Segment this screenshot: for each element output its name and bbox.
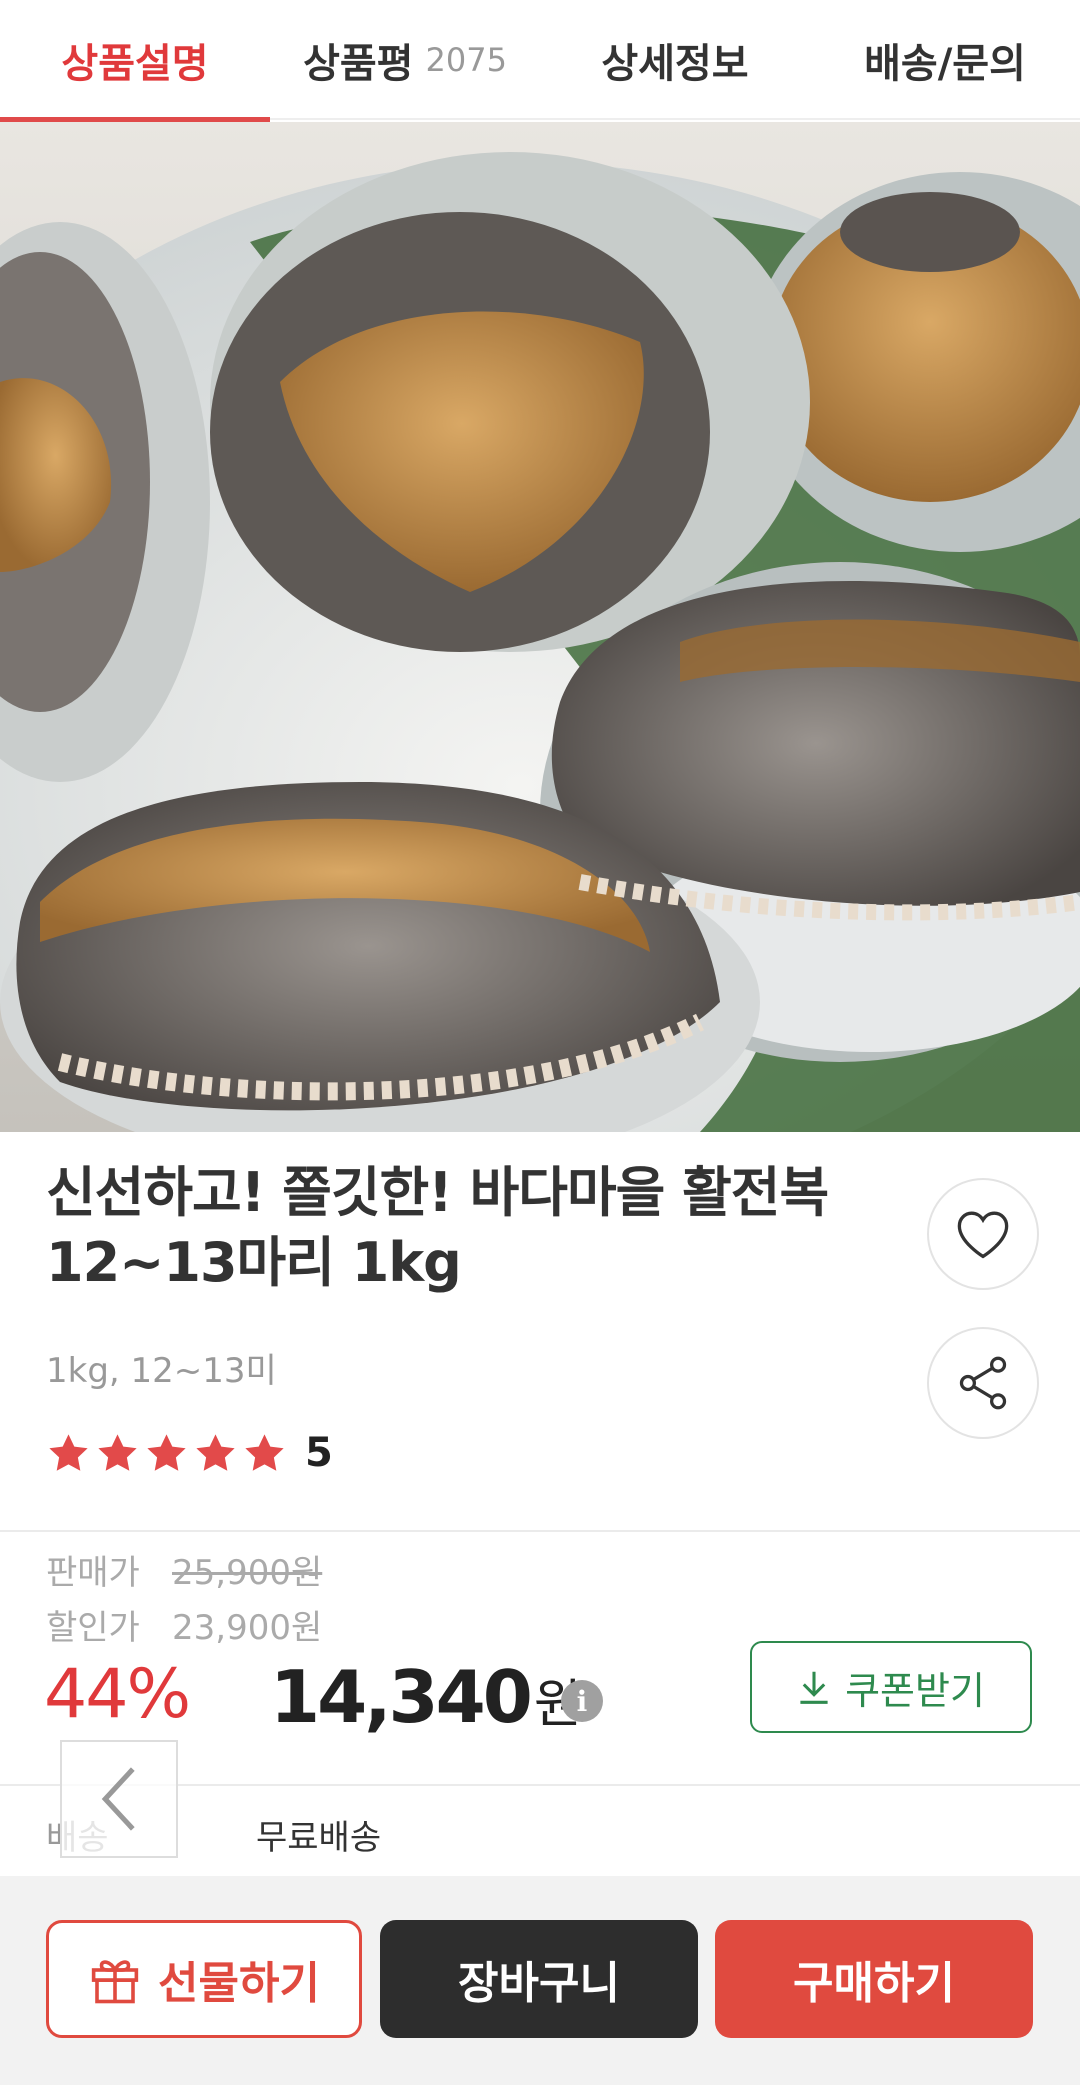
star-icon (49, 1433, 88, 1471)
wishlist-button[interactable] (927, 1178, 1039, 1290)
discount-rate: 44% (44, 1655, 191, 1734)
coupon-label: 쿠폰받기 (845, 1668, 985, 1713)
gift-label: 선물하기 (158, 1958, 320, 2009)
final-price-amount: 14,340 (270, 1655, 533, 1739)
rating[interactable]: 5 (46, 1430, 333, 1476)
share-icon (959, 1356, 1007, 1410)
share-button[interactable] (927, 1327, 1039, 1439)
product-title-line-2: 12~13마리 1kg (46, 1231, 462, 1294)
star-icon (147, 1433, 186, 1471)
discount-price-value: 23,900원 (172, 1608, 323, 1648)
tab-details[interactable]: 상세정보 (540, 0, 810, 120)
product-image[interactable] (0, 122, 1080, 1132)
sale-price-value: 25,900원 (172, 1553, 323, 1593)
heart-icon (957, 1211, 1009, 1259)
tab-product-description[interactable]: 상품설명 (0, 0, 270, 120)
star-icon (98, 1433, 137, 1471)
cart-label: 장바구니 (458, 1958, 620, 2009)
back-button[interactable] (60, 1740, 178, 1858)
star-icon (245, 1433, 284, 1471)
final-price: 14,340원 (270, 1655, 582, 1739)
bottom-action-bar: 선물하기 장바구니 구매하기 (0, 1876, 1080, 2085)
buy-label: 구매하기 (793, 1958, 955, 2009)
tab-label: 배송/문의 (864, 41, 1026, 87)
discount-price-row: 할인가 23,900원 (46, 1600, 322, 1649)
abalone-photo (0, 122, 1080, 1132)
price-info-icon[interactable]: i (561, 1680, 603, 1722)
product-option-summary: 1kg, 12~13미 (46, 1351, 277, 1391)
gift-icon (91, 1960, 139, 2004)
product-title-line-1: 신선하고! 쫄깃한! 바다마을 활전복 (46, 1161, 829, 1224)
divider (0, 1530, 1080, 1532)
gift-button[interactable]: 선물하기 (46, 1920, 362, 2038)
add-to-cart-button[interactable]: 장바구니 (380, 1920, 698, 2038)
sale-price-label: 판매가 (46, 1553, 140, 1593)
sale-price-row: 판매가 25,900원 (46, 1545, 322, 1594)
review-count: 2075 (425, 41, 507, 79)
tab-shipping-inquiry[interactable]: 배송/문의 (810, 0, 1080, 120)
discount-price-label: 할인가 (46, 1608, 140, 1648)
rating-stars (46, 1431, 287, 1476)
download-icon (800, 1671, 828, 1704)
chevron-left-icon (101, 1767, 135, 1831)
coupon-download-button[interactable]: 쿠폰받기 (750, 1641, 1032, 1733)
tab-label: 상품평 (303, 41, 414, 87)
tab-label: 상세정보 (601, 41, 749, 87)
tab-bar: 상품설명 상품평 2075 상세정보 배송/문의 (0, 0, 1080, 125)
rating-value: 5 (305, 1430, 333, 1476)
buy-now-button[interactable]: 구매하기 (715, 1920, 1033, 2038)
tab-reviews[interactable]: 상품평 2075 (270, 0, 540, 120)
shipping-value: 무료배송 (256, 1818, 382, 1858)
tab-label: 상품설명 (61, 41, 209, 87)
star-icon (196, 1433, 235, 1471)
product-title: 신선하고! 쫄깃한! 바다마을 활전복 12~13마리 1kg (46, 1158, 866, 1298)
